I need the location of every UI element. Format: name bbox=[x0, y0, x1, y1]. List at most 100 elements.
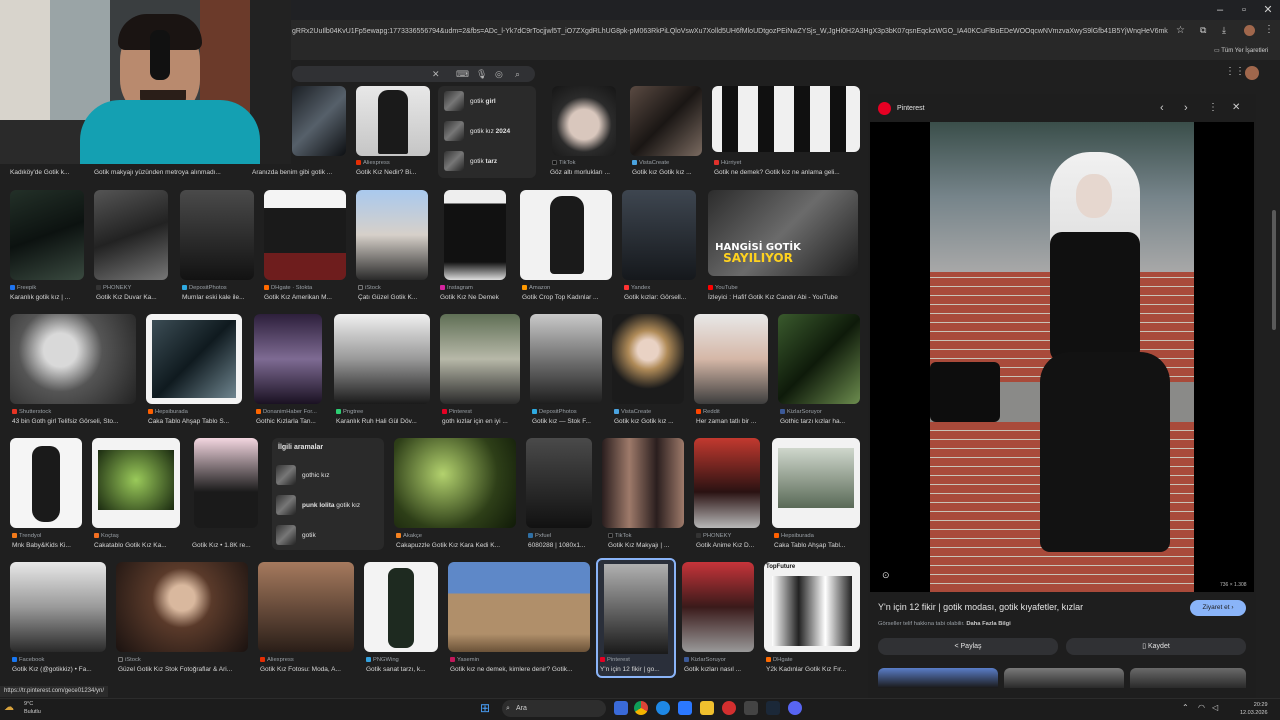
result-title[interactable]: Gotik Kız Duvar Ka... bbox=[96, 293, 174, 302]
scrollbar[interactable] bbox=[1272, 210, 1276, 330]
result-image[interactable] bbox=[630, 86, 702, 156]
edge-icon[interactable] bbox=[656, 701, 670, 715]
download-icon[interactable]: ⤓ bbox=[1222, 25, 1226, 36]
lens-search-icon[interactable]: ⊙ bbox=[882, 570, 890, 581]
result-title[interactable]: 6080288 | 1080x1... bbox=[528, 541, 594, 550]
result-image[interactable] bbox=[520, 190, 612, 280]
extensions-icon[interactable]: ⧉ bbox=[1200, 25, 1206, 36]
preview-source[interactable]: Pinterest bbox=[878, 100, 925, 118]
result-image[interactable] bbox=[10, 314, 136, 404]
result-image[interactable] bbox=[94, 190, 168, 280]
app-icon[interactable] bbox=[722, 701, 736, 715]
result-title[interactable]: Her zaman tatlı bir ... bbox=[696, 417, 770, 426]
result-title[interactable]: Göz altı morlukları ... bbox=[550, 168, 620, 177]
result-title[interactable]: Gotik Kız • 1.8K re... bbox=[192, 541, 258, 550]
result-image[interactable] bbox=[712, 86, 860, 152]
result-image[interactable] bbox=[682, 562, 754, 652]
next-icon[interactable]: › bbox=[1184, 102, 1188, 114]
result-image[interactable] bbox=[258, 562, 354, 652]
result-title[interactable]: Gotik Kız Ne Demek bbox=[440, 293, 512, 302]
lens-icon[interactable]: ◎ bbox=[495, 66, 503, 82]
learn-more-link[interactable]: Daha Fazla Bilgi bbox=[966, 621, 1010, 627]
apps-grid-icon[interactable]: ⋮⋮ bbox=[1225, 66, 1245, 77]
result-image[interactable] bbox=[356, 86, 430, 156]
result-image[interactable]: HANGİSİ GOTİK SAYILIYOR bbox=[708, 190, 858, 276]
result-image[interactable] bbox=[772, 438, 860, 528]
related-preview-image[interactable] bbox=[878, 668, 998, 688]
preview-image[interactable] bbox=[930, 122, 1194, 592]
result-image[interactable] bbox=[530, 314, 602, 404]
result-title[interactable]: Gotik Kız Makyajı | ... bbox=[608, 541, 684, 550]
result-image[interactable] bbox=[612, 314, 684, 404]
result-image[interactable] bbox=[194, 438, 258, 528]
result-image[interactable] bbox=[10, 190, 84, 280]
result-image[interactable] bbox=[180, 190, 254, 280]
save-button[interactable]: ▯ Kaydet bbox=[1066, 638, 1246, 655]
mic-icon[interactable]: 🎙 bbox=[476, 66, 487, 82]
result-image[interactable] bbox=[10, 438, 82, 528]
result-image[interactable] bbox=[10, 562, 106, 652]
share-button[interactable]: < Paylaş bbox=[878, 638, 1058, 655]
result-title[interactable]: Gotik kızlar: Görsell... bbox=[624, 293, 700, 302]
result-title[interactable]: Gothic tarzı kızlar ha... bbox=[780, 417, 860, 426]
result-image[interactable] bbox=[334, 314, 430, 404]
more-options-icon[interactable]: ⋮ bbox=[1208, 102, 1218, 113]
close-window-icon[interactable]: ✕ bbox=[1256, 2, 1280, 18]
result-image[interactable] bbox=[364, 562, 438, 652]
weather-widget[interactable]: 9°C Bulutlu bbox=[24, 700, 41, 716]
result-title[interactable]: Gotik Kız Fotosu: Moda, A... bbox=[260, 665, 356, 674]
taskbar-search[interactable]: ⌕ Ara bbox=[502, 700, 606, 717]
related-preview-image[interactable] bbox=[1130, 668, 1246, 688]
result-title[interactable]: Gotik ne demek? Gotik kız ne anlama geli… bbox=[714, 168, 860, 177]
result-image[interactable] bbox=[92, 438, 180, 528]
related-punk-lolita[interactable]: punk lolita gotik kız bbox=[276, 494, 360, 518]
result-title[interactable]: Gotik Kız Nedir? Bi... bbox=[356, 168, 436, 177]
result-title[interactable]: Çatı Güzel Gotik K... bbox=[358, 293, 430, 302]
result-title[interactable]: Cakapuzzle Gotik Kız Kara Kedi K... bbox=[396, 541, 518, 550]
result-title[interactable]: Karanlık Ruh Hali Gül Döv... bbox=[336, 417, 430, 426]
chip-gotik-girl[interactable]: gotik girl bbox=[444, 90, 496, 114]
result-title[interactable]: Mumlar eski kale ile... bbox=[182, 293, 256, 302]
result-image[interactable] bbox=[264, 190, 346, 280]
clear-icon[interactable]: ✕ bbox=[432, 66, 440, 82]
visit-button[interactable]: Ziyaret et › bbox=[1190, 600, 1246, 616]
result-title[interactable]: Gotik Kız (@gotikkiz) • Fa... bbox=[12, 665, 108, 674]
result-image[interactable] bbox=[526, 438, 592, 528]
related-gotik[interactable]: gotik bbox=[276, 524, 316, 548]
tray-chevron-icon[interactable]: ⌃ bbox=[1182, 703, 1189, 712]
close-preview-icon[interactable]: ✕ bbox=[1232, 102, 1240, 113]
result-title[interactable]: Caka Tablo Ahşap Tablo S... bbox=[148, 417, 244, 426]
preview-title[interactable]: Y'n için 12 fikir | gotik modası, gotik … bbox=[878, 602, 1083, 612]
result-image[interactable] bbox=[622, 190, 696, 280]
result-title[interactable]: Karanlık gotik kız | ... bbox=[10, 293, 86, 302]
result-image[interactable] bbox=[694, 314, 768, 404]
previous-icon[interactable]: ‹ bbox=[1160, 102, 1164, 114]
result-title[interactable]: Kadıköy'de Gotik k... bbox=[10, 168, 80, 177]
maximize-icon[interactable]: ▫ bbox=[1232, 2, 1256, 18]
profile-avatar[interactable] bbox=[1244, 25, 1255, 36]
result-title[interactable]: Mnk Baby&Kids Ki... bbox=[12, 541, 84, 550]
result-title[interactable]: Gotik kız — Stok F... bbox=[532, 417, 604, 426]
result-title[interactable]: Gotik kız Gotik kız ... bbox=[614, 417, 688, 426]
system-clock[interactable]: 20:29 12.03.2026 bbox=[1240, 701, 1268, 717]
result-title[interactable]: Gotik Anime Kız D... bbox=[696, 541, 764, 550]
result-image[interactable] bbox=[254, 314, 322, 404]
result-title[interactable]: goth kızlar için en iyi ... bbox=[442, 417, 522, 426]
result-image[interactable] bbox=[778, 314, 860, 404]
url-text[interactable]: gRRx2UuIlb04KvU1Fp5ewapg:1773336556794&u… bbox=[292, 24, 1168, 40]
volume-icon[interactable]: ◁ bbox=[1212, 703, 1218, 712]
all-bookmarks-link[interactable]: ▭ Tüm Yer İşaretleri bbox=[1214, 44, 1268, 58]
result-image[interactable] bbox=[146, 314, 242, 404]
result-image[interactable] bbox=[448, 562, 590, 652]
chip-gotik-tarz[interactable]: gotik tarz bbox=[444, 150, 497, 174]
result-image[interactable] bbox=[694, 438, 760, 528]
result-title[interactable]: Gotik Crop Top Kadınlar ... bbox=[522, 293, 614, 302]
result-image[interactable] bbox=[444, 190, 506, 280]
result-title[interactable]: Y'n için 12 fikir | go... bbox=[600, 665, 674, 674]
result-title[interactable]: Gotik makyajı yüzünden metroya alınmadı.… bbox=[94, 168, 234, 177]
result-image[interactable] bbox=[440, 314, 520, 404]
copilot-icon[interactable] bbox=[678, 701, 692, 715]
minimize-icon[interactable]: – bbox=[1208, 2, 1232, 18]
result-image[interactable] bbox=[292, 86, 346, 156]
result-image[interactable] bbox=[356, 190, 428, 280]
